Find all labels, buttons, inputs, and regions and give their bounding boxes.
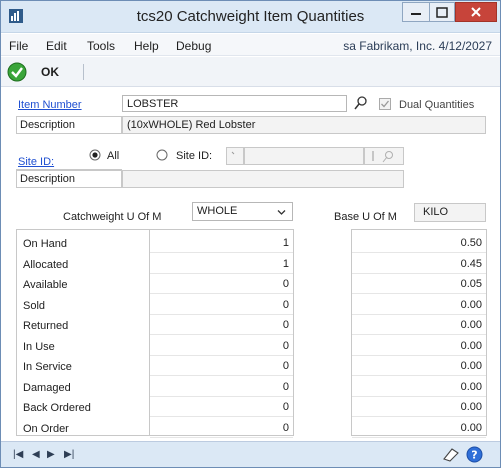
- close-icon: [471, 7, 481, 17]
- base-qty-cell: 0.00: [352, 398, 486, 417]
- help-icon[interactable]: ?: [466, 446, 483, 463]
- checkmark-icon: [381, 100, 390, 108]
- lookup-icon[interactable]: [353, 95, 369, 111]
- catchweight-qty-cell: 0: [150, 337, 293, 356]
- maximize-button[interactable]: [429, 2, 455, 22]
- base-qty-cell: 0.00: [352, 419, 486, 438]
- close-button[interactable]: [455, 2, 497, 22]
- menu-help[interactable]: Help: [134, 39, 159, 53]
- base-qty-cell: 0.00: [352, 378, 486, 397]
- site-lookup-left: [226, 147, 244, 165]
- base-qty-cell: 0.50: [352, 234, 486, 253]
- toolbar-separator: [83, 64, 84, 80]
- ok-button[interactable]: OK: [7, 61, 81, 83]
- row-label: In Service: [23, 361, 72, 373]
- base-qty-cell: 0.05: [352, 275, 486, 294]
- nav-first-button[interactable]: |◀: [13, 449, 23, 460]
- site-id-lookup: [364, 147, 404, 165]
- note-icon[interactable]: [442, 447, 460, 463]
- title-bar: tcs20 Catchweight Item Quantities: [1, 1, 500, 33]
- catchweight-qty-cell: 1: [150, 234, 293, 253]
- menu-tools[interactable]: Tools: [87, 39, 115, 53]
- radio-all[interactable]: [89, 149, 101, 161]
- base-qty-cell: 0.00: [352, 316, 486, 335]
- row-label: Sold: [23, 299, 46, 312]
- radio-all-label: All: [107, 150, 120, 162]
- base-qty-cell: 0.00: [352, 296, 486, 315]
- menu-bar: File Edit Tools Help Debug sa Fabrikam, …: [1, 34, 500, 56]
- catchweight-uom-label: Catchweight U Of M: [63, 211, 162, 223]
- radio-site-id-label: Site ID:: [176, 150, 213, 162]
- nav-next-button[interactable]: ▶: [47, 449, 55, 460]
- item-number-value: LOBSTER: [127, 98, 179, 110]
- lookup-icon: [231, 151, 235, 155]
- ok-label: OK: [41, 65, 59, 79]
- catchweight-uom-value: WHOLE: [197, 205, 238, 217]
- nav-prev-button[interactable]: ◀: [32, 449, 40, 460]
- catchweight-qty-cell: 1: [150, 255, 293, 274]
- row-label: Returned: [23, 320, 69, 332]
- minimize-icon: [411, 13, 421, 15]
- base-qty-cell: 0.00: [352, 357, 486, 376]
- site-id-link[interactable]: Site ID:: [18, 156, 54, 168]
- base-qty-cell: 0.45: [352, 255, 486, 274]
- svg-text:?: ?: [471, 449, 477, 462]
- minimize-button[interactable]: [402, 2, 430, 22]
- item-description-label: Description: [20, 119, 76, 131]
- item-description-field: (10xWHOLE) Red Lobster: [122, 116, 486, 134]
- site-id-field: [244, 147, 364, 165]
- catchweight-uom-dropdown[interactable]: WHOLE: [192, 202, 293, 221]
- item-number-link[interactable]: Item Number: [18, 99, 82, 111]
- maximize-icon: [436, 6, 448, 18]
- site-description-label: Description: [20, 173, 76, 185]
- item-description-value: (10xWHOLE) Red Lobster: [127, 119, 256, 131]
- row-label: Available: [23, 279, 68, 291]
- menu-file[interactable]: File: [9, 39, 28, 53]
- catchweight-qty-cell: 0: [150, 398, 293, 417]
- company-date-info: sa Fabrikam, Inc. 4/12/2027: [343, 39, 492, 53]
- item-number-field[interactable]: LOBSTER: [122, 95, 347, 112]
- dual-quantities-label: Dual Quantities: [399, 99, 475, 111]
- row-label: Back Ordered: [23, 402, 91, 414]
- chevron-down-icon: [277, 210, 286, 215]
- lookup-icon: [372, 151, 393, 163]
- catchweight-qty-cell: 0: [150, 357, 293, 376]
- nav-last-button[interactable]: ▶|: [64, 449, 74, 460]
- base-uom-field: KILO: [414, 203, 486, 222]
- base-uom-label: Base U Of M: [334, 211, 397, 223]
- base-uom-value: KILO: [423, 206, 449, 218]
- toolbar: OK: [1, 57, 500, 87]
- catchweight-qty-cell: 0: [150, 378, 293, 397]
- check-icon: [7, 62, 27, 82]
- window: tcs20 Catchweight Item Quantities File E…: [0, 0, 501, 468]
- row-label: On Order: [23, 422, 69, 435]
- radio-site-id[interactable]: [156, 149, 168, 161]
- row-label: Allocated: [23, 258, 69, 271]
- catchweight-qty-cell: 0: [150, 419, 293, 438]
- row-label: In Use: [23, 340, 55, 353]
- site-description-field: [122, 170, 404, 188]
- menu-edit[interactable]: Edit: [46, 39, 67, 53]
- menu-debug[interactable]: Debug: [176, 39, 211, 53]
- base-qty-cell: 0.00: [352, 337, 486, 356]
- dual-quantities-checkbox[interactable]: [379, 98, 391, 110]
- catchweight-qty-cell: 0: [150, 316, 293, 335]
- catchweight-qty-cell: 0: [150, 275, 293, 294]
- site-description-label-cell: Description: [16, 170, 122, 188]
- item-description-label-cell: Description: [16, 116, 122, 134]
- row-label: On Hand: [23, 238, 68, 250]
- status-bar: |◀ ◀ ▶ ▶| ?: [1, 441, 500, 467]
- row-label: Damaged: [23, 381, 71, 394]
- catchweight-qty-cell: 0: [150, 296, 293, 315]
